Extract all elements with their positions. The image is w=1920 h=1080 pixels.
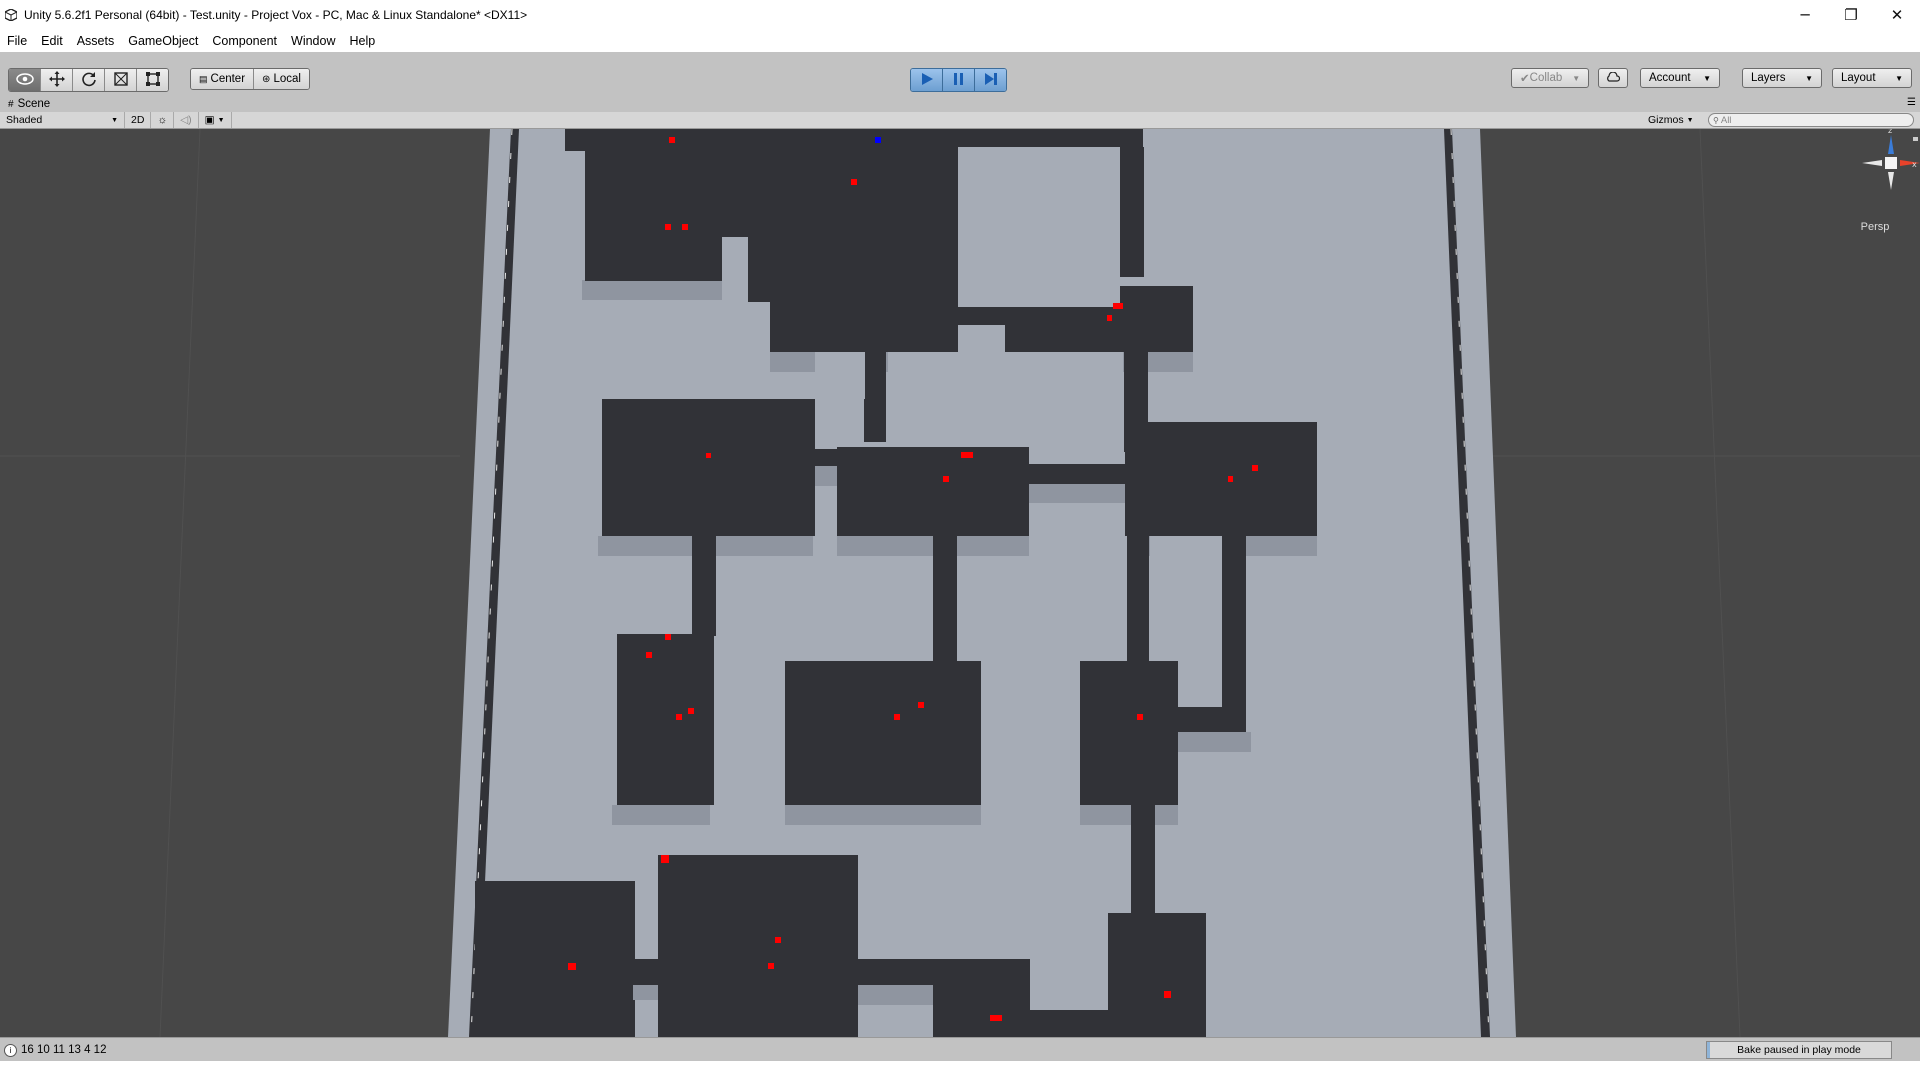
tab-scene[interactable]: # Scene <box>0 98 50 110</box>
window-bottom-edge <box>0 1061 1920 1080</box>
move-tool-button[interactable] <box>41 69 73 91</box>
grid-icon: # <box>8 98 14 110</box>
step-button[interactable] <box>975 69 1006 91</box>
play-button[interactable] <box>911 69 943 91</box>
unity-logo-icon <box>4 8 18 22</box>
svg-text:x: x <box>1912 160 1917 169</box>
window-title: Unity 5.6.2f1 Personal (64bit) - Test.un… <box>24 8 528 22</box>
scale-icon <box>113 71 129 90</box>
chevron-down-icon: ▼ <box>1895 73 1903 83</box>
menu-window[interactable]: Window <box>284 34 342 48</box>
main-toolbar: ▤ Center ⊛ Local ✔ Collab ▼ Account ▼ La… <box>0 62 1920 97</box>
player-marker <box>875 137 881 143</box>
scale-tool-button[interactable] <box>105 69 137 91</box>
move-icon <box>48 70 65 90</box>
sun-icon: ☼ <box>157 114 168 126</box>
chevron-down-icon: ▼ <box>1572 73 1581 83</box>
speaker-icon: ◁) <box>180 114 192 126</box>
pause-button[interactable] <box>943 69 975 91</box>
lighting-toggle[interactable]: ☼ <box>151 112 175 128</box>
menu-file[interactable]: File <box>0 34 34 48</box>
bake-progress-fill <box>1707 1042 1710 1058</box>
chevron-down-icon: ▼ <box>1805 73 1813 83</box>
checkmark-icon: ✔ <box>1520 73 1530 85</box>
panel-menu-icon[interactable]: ☰ <box>1907 97 1916 108</box>
pivot-toggles: ▤ Center ⊛ Local <box>190 68 310 90</box>
x-axis-arrow <box>1900 160 1920 166</box>
toggle-2d-button[interactable]: 2D <box>125 112 152 128</box>
local-pivot-icon: ⊛ <box>262 73 271 85</box>
layout-dropdown[interactable]: Layout ▼ <box>1832 68 1912 88</box>
lock-icon <box>1913 137 1918 141</box>
search-icon: ⚲ <box>1713 115 1719 125</box>
cloud-button[interactable] <box>1598 68 1628 88</box>
status-bar: i 16 10 11 13 4 12 Bake paused in play m… <box>0 1037 1920 1062</box>
pause-icon <box>953 72 965 89</box>
projection-label[interactable]: Persp <box>1840 221 1910 233</box>
hierarchy-search-field[interactable]: ⚲ All <box>1708 113 1914 127</box>
pivot-center-button[interactable]: ▤ Center <box>191 69 255 89</box>
console-message[interactable]: i 16 10 11 13 4 12 <box>0 1043 106 1057</box>
minimize-button[interactable]: ─ <box>1782 0 1828 30</box>
menu-assets[interactable]: Assets <box>70 34 122 48</box>
view-tool-button[interactable] <box>9 69 41 91</box>
pivot-local-button[interactable]: ⊛ Local <box>254 69 309 89</box>
window-titlebar: Unity 5.6.2f1 Personal (64bit) - Test.un… <box>0 0 1920 30</box>
transform-tools <box>8 68 169 92</box>
effects-dropdown[interactable]: ▣ ▼ <box>199 112 232 128</box>
shading-mode-dropdown[interactable]: Shaded ▼ <box>0 112 125 128</box>
chevron-down-icon: ▼ <box>1703 73 1711 83</box>
menu-gameobject[interactable]: GameObject <box>121 34 205 48</box>
scene-view-toolbar: Shaded ▼ 2D ☼ ◁) ▣ ▼ Gizmos ▼ ⚲ All <box>0 112 1920 129</box>
menu-edit[interactable]: Edit <box>34 34 70 48</box>
audio-toggle[interactable]: ◁) <box>174 112 199 128</box>
orientation-gizmo[interactable]: z x Persp <box>1840 129 1920 249</box>
rotate-icon <box>81 71 97 90</box>
image-icon: ▣ <box>204 114 215 126</box>
info-icon: i <box>4 1043 17 1057</box>
collab-dropdown[interactable]: ✔ Collab ▼ <box>1511 68 1589 88</box>
level-map <box>0 129 1920 1037</box>
chevron-down-icon: ▼ <box>111 116 118 124</box>
rotate-tool-button[interactable] <box>73 69 105 91</box>
eye-icon <box>15 72 34 88</box>
bake-progress: Bake paused in play mode <box>1706 1041 1892 1059</box>
gizmos-dropdown[interactable]: Gizmos ▼ <box>1648 112 1694 128</box>
scene-tab-bar: # Scene ☰ <box>0 96 1920 112</box>
chevron-down-icon: ▼ <box>217 116 225 124</box>
cloud-icon <box>1606 70 1621 85</box>
z-axis-arrow <box>1888 135 1894 154</box>
play-icon <box>920 72 934 89</box>
restore-button[interactable]: ❐ <box>1828 0 1874 30</box>
scene-viewport[interactable]: z x Persp <box>0 129 1920 1037</box>
menu-component[interactable]: Component <box>205 34 284 48</box>
menu-bar: File Edit Assets GameObject Component Wi… <box>0 30 1920 52</box>
menu-help[interactable]: Help <box>342 34 382 48</box>
rect-icon <box>145 71 161 90</box>
close-button[interactable]: ✕ <box>1874 0 1920 30</box>
layers-dropdown[interactable]: Layers ▼ <box>1742 68 1822 88</box>
rect-tool-button[interactable] <box>137 69 168 91</box>
playmode-controls <box>910 68 1007 92</box>
account-dropdown[interactable]: Account ▼ <box>1640 68 1720 88</box>
chevron-down-icon: ▼ <box>1686 116 1694 124</box>
svg-text:z: z <box>1888 129 1892 135</box>
center-pivot-icon: ▤ <box>199 73 208 84</box>
step-icon <box>984 72 998 89</box>
